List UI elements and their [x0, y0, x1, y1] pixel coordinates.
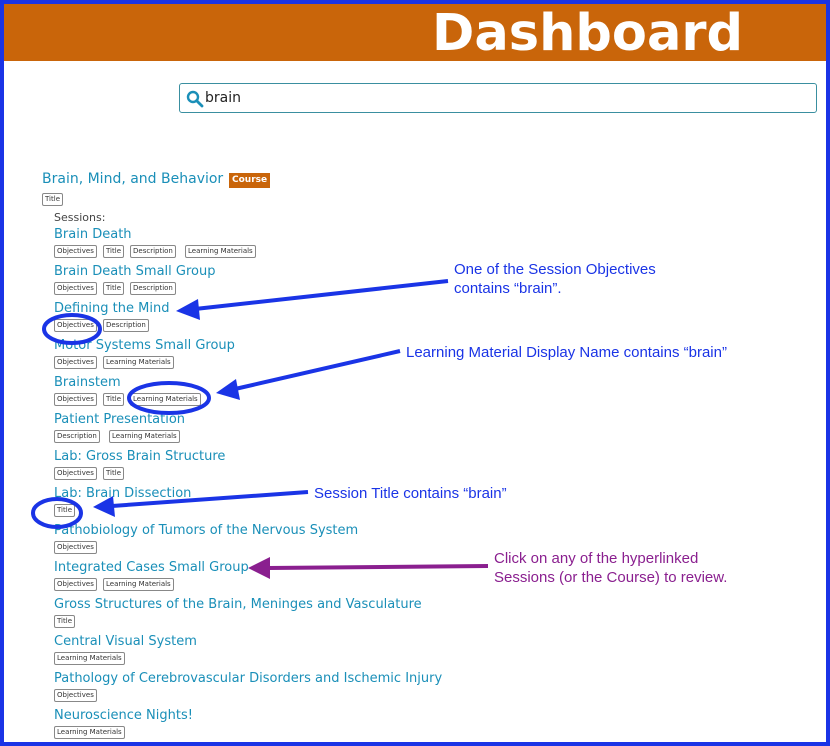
match-tag: Title [103, 467, 125, 480]
session-link[interactable]: Pathobiology of Tumors of the Nervous Sy… [54, 523, 358, 538]
match-tag: Learning Materials [109, 430, 180, 443]
session-link[interactable]: Neuroscience Nights! [54, 708, 193, 723]
session-link[interactable]: Integrated Cases Small Group [54, 560, 249, 575]
match-tag: Title [103, 393, 125, 406]
match-tag: Learning Materials [103, 356, 174, 369]
session-link[interactable]: Brain Death Small Group [54, 264, 215, 279]
header-bar: Dashboard [4, 4, 826, 63]
callout-line: One of the Session Objectives [454, 261, 656, 278]
match-tag: Objectives [54, 356, 97, 369]
session-link[interactable]: Brainstem [54, 375, 121, 390]
session-link[interactable]: Pathology of Cerebrovascular Disorders a… [54, 671, 442, 686]
callout-line: Click on any of the hyperlinked [494, 550, 699, 567]
match-tag: Objectives [54, 689, 97, 702]
search-input[interactable] [205, 87, 785, 109]
match-tag: Objectives [54, 393, 97, 406]
title-callout: Session Title contains “brain” [314, 485, 507, 502]
session-link[interactable]: Lab: Gross Brain Structure [54, 449, 225, 464]
match-tag: Objectives [54, 467, 97, 480]
click-callout: Click on any of the hyperlinked Sessions… [494, 549, 727, 587]
match-tag: Title [54, 615, 76, 628]
course-link[interactable]: Brain, Mind, and Behavior [42, 171, 223, 187]
match-tag: Description [103, 319, 149, 332]
materials-callout: Learning Material Display Name contains … [406, 344, 727, 361]
callout-line: contains “brain”. [454, 280, 562, 297]
session-link[interactable]: Central Visual System [54, 634, 197, 649]
match-tag: Title [42, 193, 64, 206]
match-tag: Learning Materials [54, 652, 125, 665]
callout-line: Sessions (or the Course) to review. [494, 569, 728, 586]
session-link[interactable]: Gross Structures of the Brain, Meninges … [54, 597, 422, 612]
match-tag: Objectives [54, 578, 97, 591]
objectives-callout: One of the Session Objectives contains “… [454, 260, 656, 298]
match-tag: Objectives [54, 282, 97, 295]
session-link[interactable]: Motor Systems Small Group [54, 338, 235, 353]
session-link[interactable]: Defining the Mind [54, 301, 169, 316]
match-tag: Title [54, 504, 76, 517]
search-box[interactable] [179, 83, 817, 113]
match-tag: Description [54, 430, 100, 443]
session-link[interactable]: Brain Death [54, 227, 132, 242]
match-tag: Learning Materials [103, 578, 174, 591]
match-tag: Objectives [54, 245, 97, 258]
session-link[interactable]: Lab: Brain Dissection [54, 486, 191, 501]
match-tag: Title [103, 245, 125, 258]
match-tag: Description [130, 245, 176, 258]
session-link[interactable]: Patient Presentation [54, 412, 185, 427]
match-tag: Learning Materials [185, 245, 256, 258]
match-tag: Learning Materials [130, 393, 201, 406]
match-tag: Learning Materials [54, 726, 125, 739]
match-tag: Description [130, 282, 176, 295]
page-title: Dashboard [432, 4, 744, 63]
sessions-label: Sessions: [54, 211, 106, 224]
course-badge: Course [229, 173, 271, 188]
search-icon [186, 90, 204, 108]
match-tag: Objectives [54, 541, 97, 554]
match-tag: Title [103, 282, 125, 295]
match-tag: Objectives [54, 319, 97, 332]
